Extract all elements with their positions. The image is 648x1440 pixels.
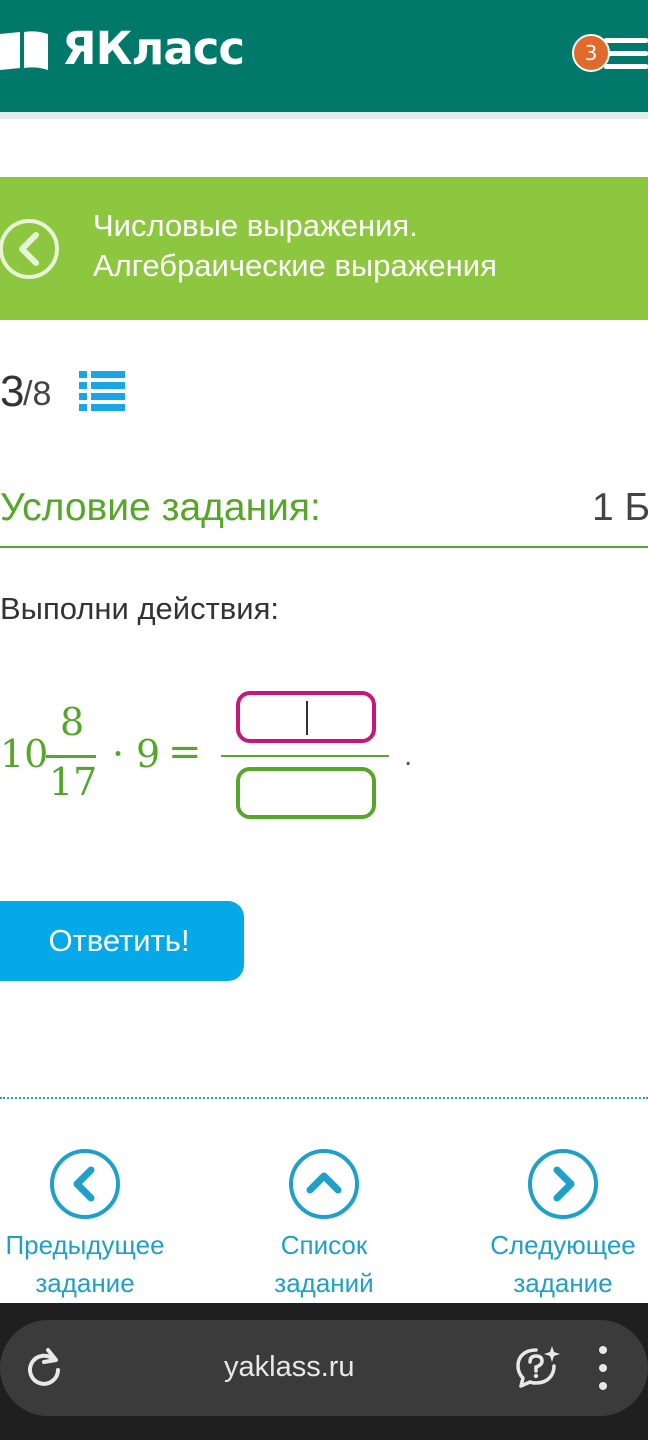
mixed-number-whole: 10 <box>0 732 49 776</box>
brand-logo-text[interactable]: ЯКласс <box>62 22 245 75</box>
nav-label-line1: Предыдущее <box>5 1230 165 1260</box>
nav-label-line1: Список <box>280 1230 368 1260</box>
condition-points: 1 Б. <box>592 486 648 529</box>
more-vertical-icon[interactable] <box>596 1346 610 1390</box>
url-text[interactable]: yaklass.ru <box>224 1347 355 1387</box>
task-instruction: Выполни действия: <box>0 591 279 626</box>
task-progress-current: 3 <box>0 367 25 416</box>
condition-title: Условие задания: <box>0 486 321 529</box>
notification-badge[interactable]: 3 <box>572 34 610 72</box>
previous-task-button[interactable]: Предыдущее задание <box>0 1148 175 1308</box>
nav-label-line2: задание <box>35 1268 135 1298</box>
dotted-separator <box>0 1097 648 1099</box>
fraction-numerator: 8 <box>60 700 85 744</box>
equals-sign: = <box>168 729 202 775</box>
next-task-button[interactable]: Следующее задание <box>473 1148 648 1308</box>
header-divider <box>0 112 648 119</box>
nav-label-line1: Следующее <box>490 1230 636 1260</box>
multiplier: 9 <box>136 732 161 776</box>
answer-fraction-bar <box>221 755 389 757</box>
hamburger-menu-icon[interactable] <box>604 38 648 70</box>
fraction-denominator: 17 <box>49 760 98 804</box>
chevron-left-circle-icon <box>50 1149 120 1219</box>
chevron-up-circle-icon <box>289 1149 359 1219</box>
chevron-right-circle-icon <box>528 1149 598 1219</box>
text-caret <box>306 701 308 735</box>
nav-label-line2: заданий <box>274 1268 374 1298</box>
list-icon[interactable] <box>79 370 125 412</box>
answer-numerator-input[interactable] <box>236 691 376 743</box>
expression-period: . <box>404 742 413 772</box>
task-list-button[interactable]: Список заданий <box>234 1148 414 1308</box>
topic-title: Числовые выражения. Алгебраические выраж… <box>93 208 497 283</box>
answer-button[interactable]: Ответить! <box>0 901 244 981</box>
condition-divider <box>0 546 648 548</box>
answer-denominator-input[interactable] <box>236 767 376 819</box>
multiply-operator: · <box>112 732 125 776</box>
reload-icon[interactable] <box>24 1346 64 1388</box>
fraction-bar <box>46 755 96 758</box>
chevron-left-circle-icon[interactable] <box>0 217 60 281</box>
nav-label-line2: задание <box>513 1268 613 1298</box>
task-progress-total: /8 <box>23 375 52 413</box>
assistant-chat-icon[interactable] <box>514 1344 560 1390</box>
book-logo-icon[interactable] <box>0 30 50 72</box>
